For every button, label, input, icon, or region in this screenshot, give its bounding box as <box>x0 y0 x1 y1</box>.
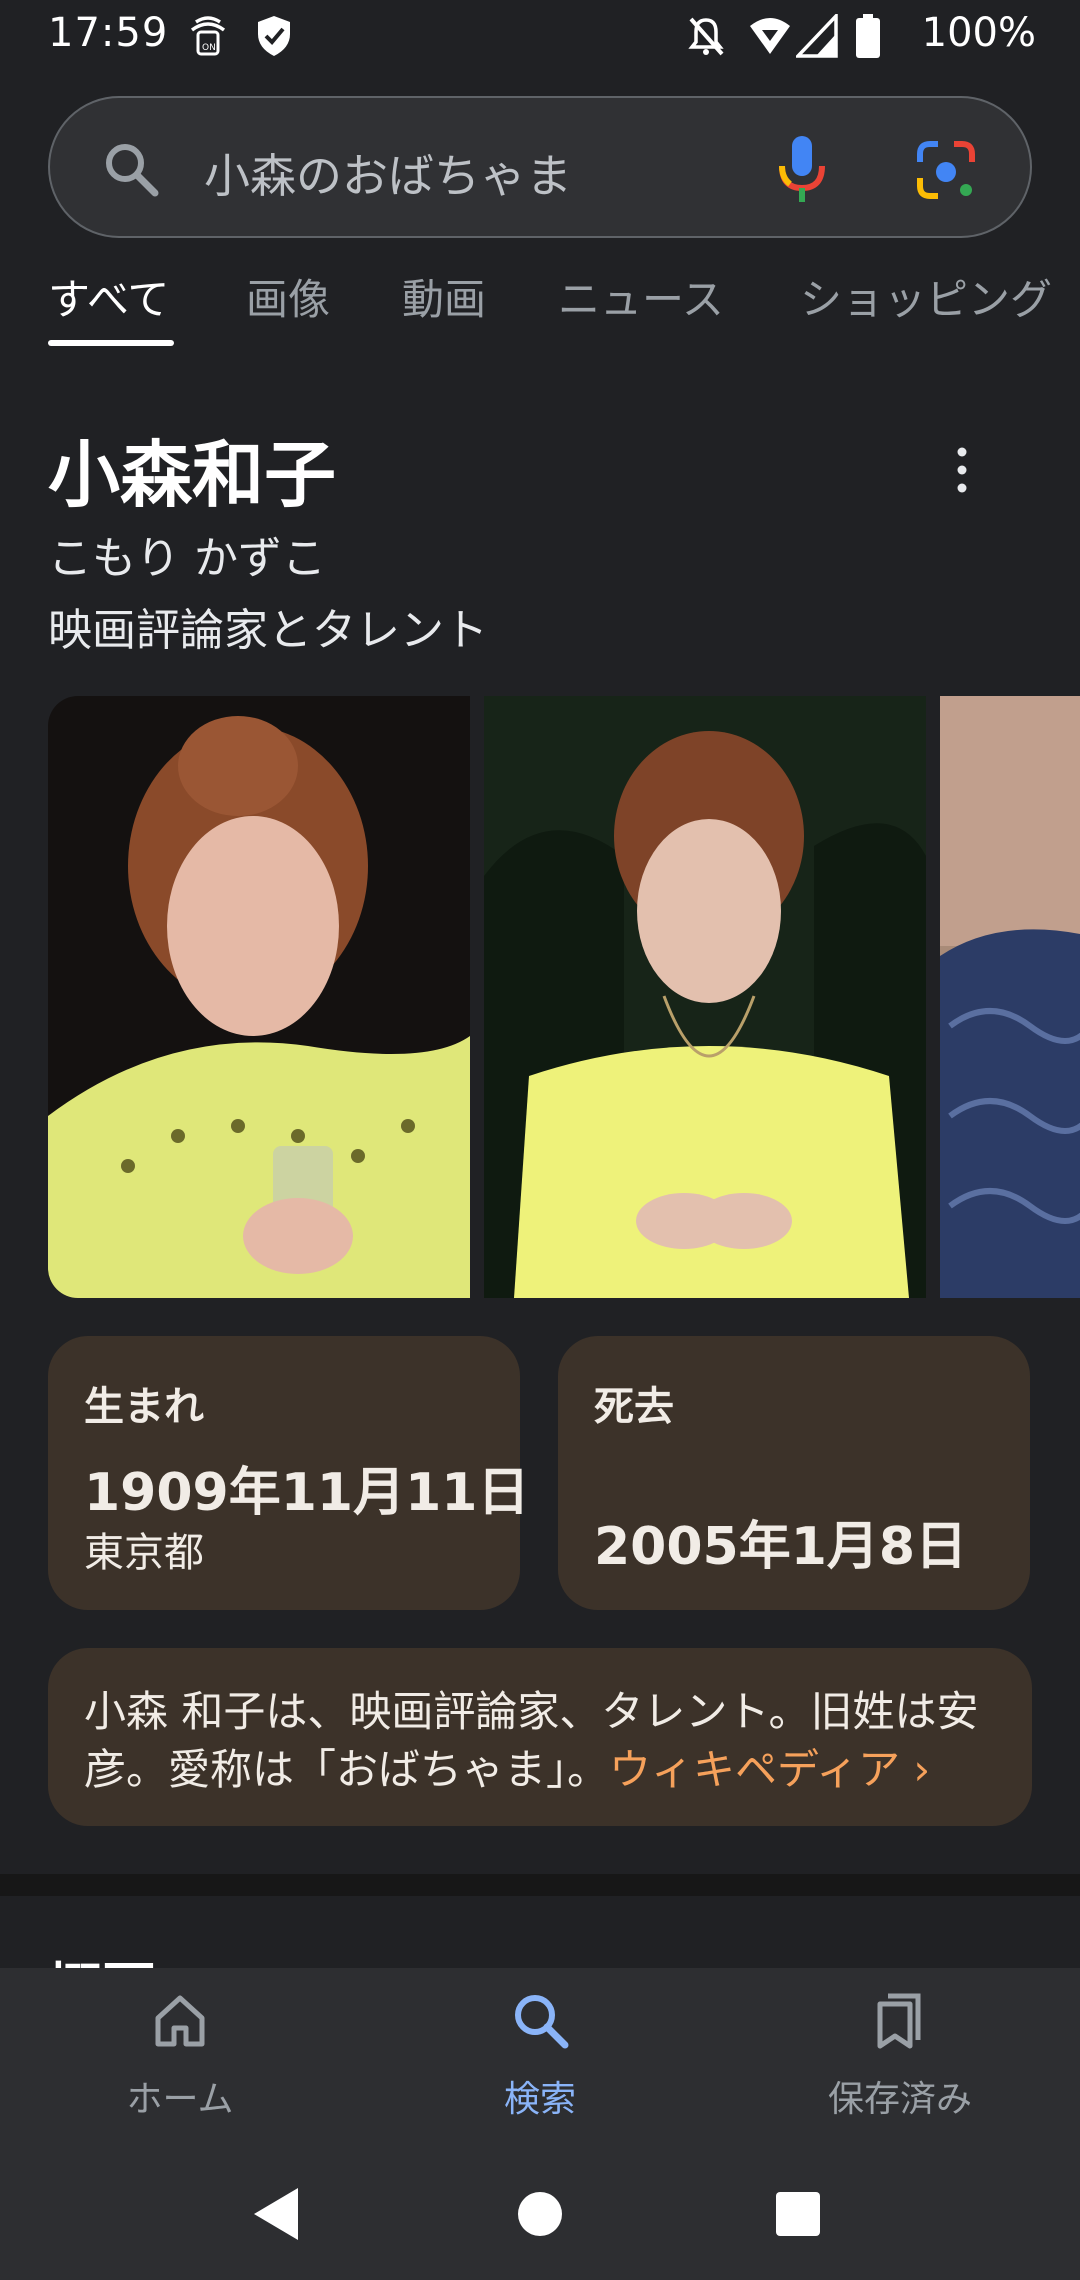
entity-photo[interactable] <box>484 696 926 1298</box>
system-navigation-bar <box>0 2148 1080 2280</box>
entity-reading: こもり かずこ <box>48 533 326 584</box>
next-section-clip: 概要 <box>0 1946 1080 1968</box>
died-date: 2005年1月8日 <box>594 1517 968 1577</box>
overview-heading: 概要 <box>48 1946 156 1968</box>
back-icon[interactable] <box>246 2182 310 2246</box>
more-options-icon[interactable] <box>944 444 980 496</box>
lens-icon[interactable] <box>916 140 976 200</box>
wikipedia-link[interactable]: ウィキペディア › <box>609 1745 930 1794</box>
home-icon <box>155 1995 205 2047</box>
summary-text-line2: 彦。愛称は「おばちゃま」。ウィキペディア › <box>84 1736 930 1797</box>
bottom-navigation: ホーム 検索 保存済み <box>0 1968 1080 2148</box>
born-place: 東京都 <box>84 1530 204 1576</box>
summary-card: 小森 和子は、映画評論家、タレント。旧姓は安 彦。愛称は「おばちゃま」。ウィキペ… <box>48 1648 1032 1826</box>
died-card[interactable]: 死去 2005年1月8日 <box>558 1336 1030 1610</box>
search-tabs: すべて 画像 動画 ニュース ショッピング <box>0 266 1080 350</box>
active-tab-indicator <box>48 340 174 346</box>
summary-text-line1: 小森 和子は、映画評論家、タレント。旧姓は安 <box>84 1687 979 1736</box>
died-label: 死去 <box>594 1384 674 1430</box>
home-button-icon[interactable] <box>508 2182 572 2246</box>
nav-search-label: 検索 <box>503 2079 576 2120</box>
recents-icon[interactable] <box>766 2182 830 2246</box>
search-box[interactable]: 小森のおばちゃま <box>48 96 1032 238</box>
signal-icon <box>796 14 838 58</box>
image-carousel[interactable] <box>48 696 1080 1298</box>
nav-saved-label: 保存済み <box>827 2079 972 2120</box>
tab-shopping[interactable]: ショッピング <box>800 266 1052 350</box>
status-time: 17:59 <box>48 10 169 56</box>
svg-text:ON: ON <box>202 43 216 53</box>
battery-icon <box>856 14 880 58</box>
entity-description: 映画評論家とタレント <box>48 605 488 656</box>
search-icon[interactable] <box>102 140 160 198</box>
mic-icon[interactable] <box>772 134 832 204</box>
google-search-page: 17:59 ON 100% 小森のおばちゃま すべて 画像 動画 ニュース ショ… <box>0 0 1080 2280</box>
nav-home[interactable]: ホーム <box>60 1990 300 2140</box>
bookmarks-icon <box>877 1993 921 2049</box>
summary-text-line2-body: 彦。愛称は「おばちゃま」。 <box>84 1745 610 1794</box>
tab-all[interactable]: すべて <box>48 266 169 350</box>
status-bar: 17:59 ON 100% <box>0 0 1080 72</box>
battery-percent: 100% <box>921 10 1036 56</box>
born-card[interactable]: 生まれ 1909年11月11日 東京都 <box>48 1336 529 1610</box>
entity-photo[interactable] <box>940 696 1080 1298</box>
bell-off-icon <box>688 17 724 56</box>
wifi-icon <box>750 18 790 54</box>
entity-photo[interactable] <box>48 696 470 1298</box>
entity-title: 小森和子 <box>48 433 337 517</box>
nav-home-label: ホーム <box>126 2079 234 2120</box>
nfc-on-icon: ON <box>190 16 226 56</box>
search-icon <box>515 1995 569 2049</box>
tab-images[interactable]: 画像 <box>246 266 330 350</box>
tab-news[interactable]: ニュース <box>558 266 724 350</box>
shield-check-icon <box>258 16 290 56</box>
search-input[interactable]: 小森のおばちゃま <box>204 140 572 206</box>
nav-saved[interactable]: 保存済み <box>780 1990 1020 2140</box>
section-divider <box>0 1874 1080 1896</box>
born-label: 生まれ <box>84 1384 204 1430</box>
tab-videos[interactable]: 動画 <box>402 266 486 350</box>
born-date: 1909年11月11日 <box>84 1463 530 1523</box>
nav-search[interactable]: 検索 <box>420 1990 660 2140</box>
